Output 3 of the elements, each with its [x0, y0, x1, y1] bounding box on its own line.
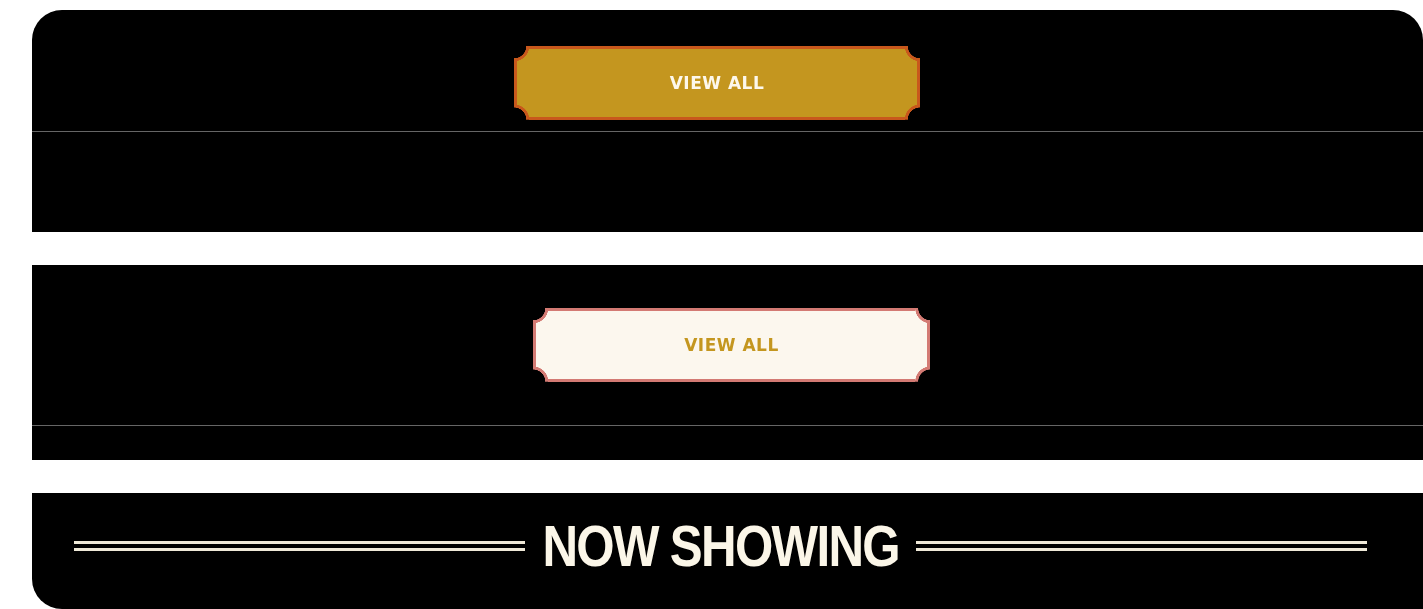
view-all-button[interactable]: VIEW ALL [514, 46, 920, 120]
section-heading: NOW SHOWING [542, 517, 899, 575]
view-all-button[interactable]: VIEW ALL [533, 308, 930, 382]
